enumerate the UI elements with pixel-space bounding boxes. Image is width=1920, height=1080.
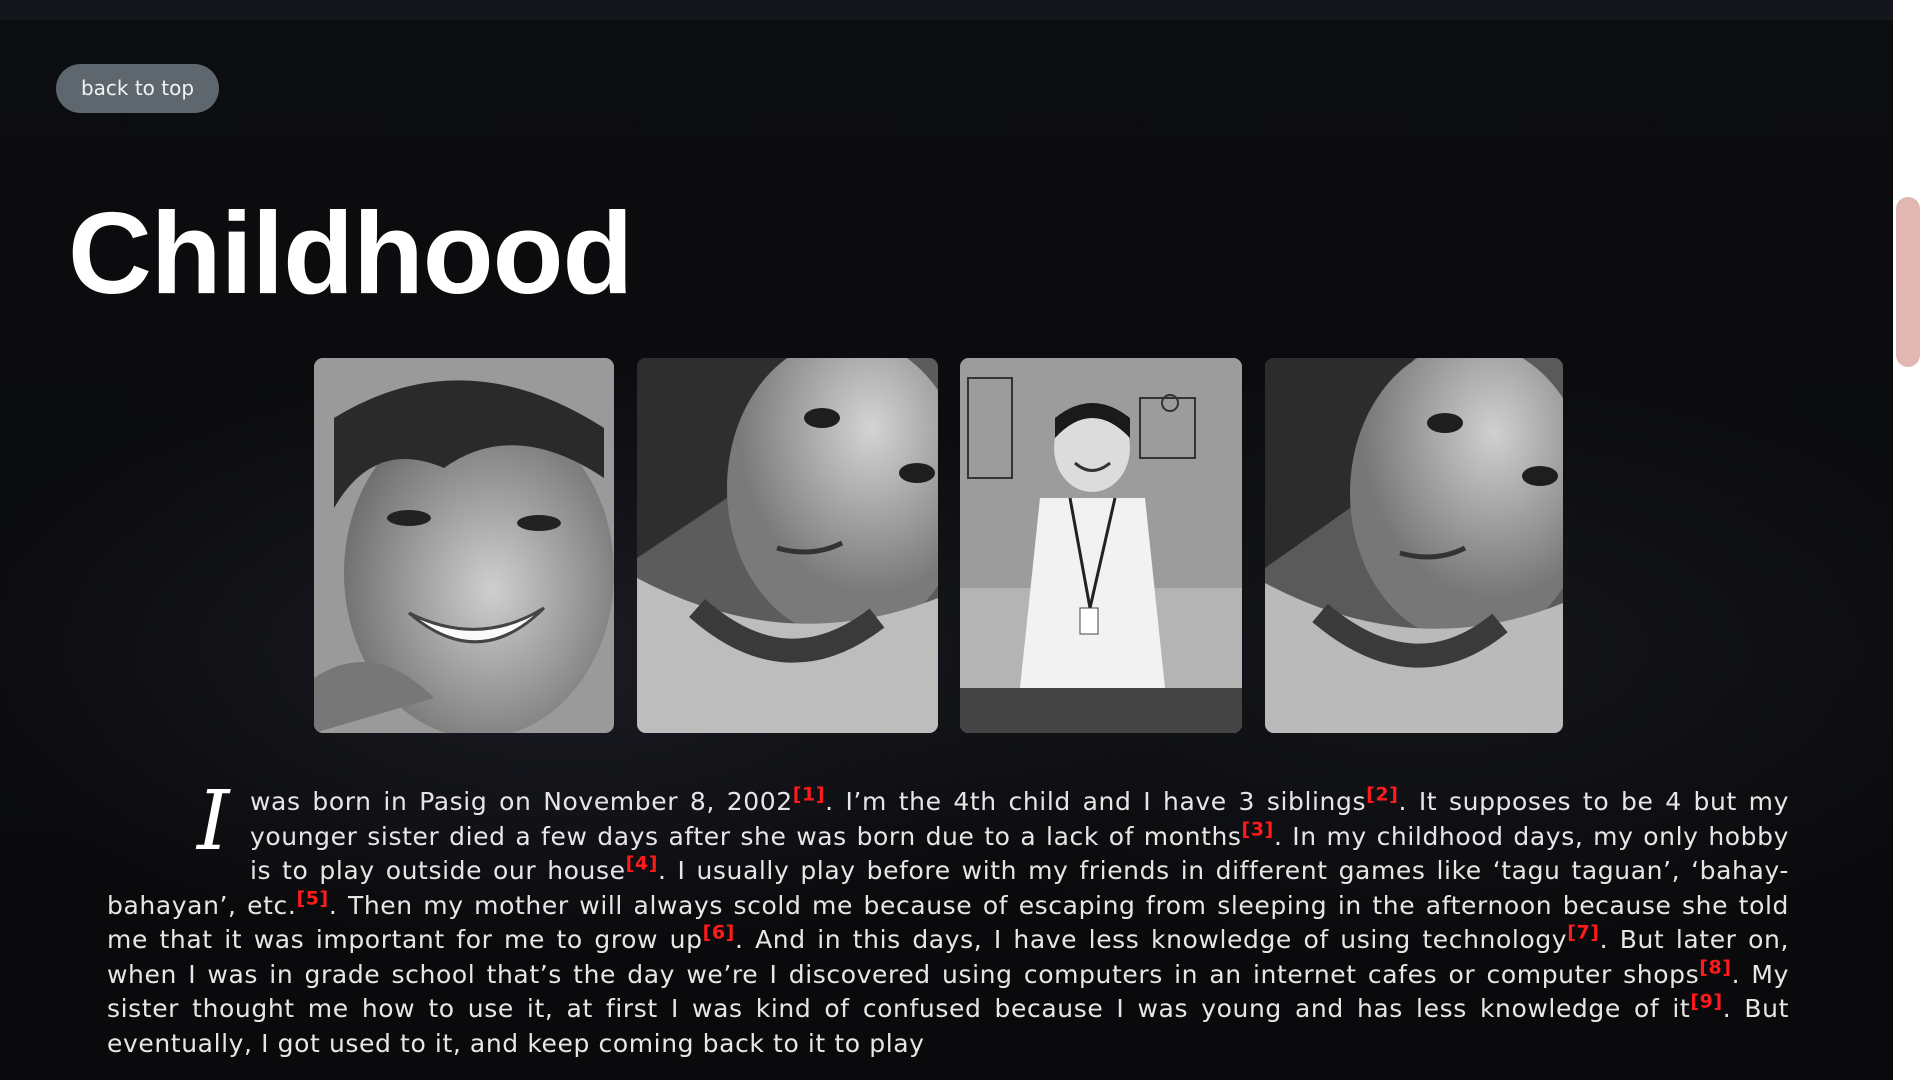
back-to-top-button[interactable]: back to top bbox=[56, 64, 219, 113]
top-bar bbox=[0, 0, 1893, 20]
citation-marker[interactable]: [5] bbox=[296, 887, 328, 909]
scrollbar-thumb[interactable] bbox=[1896, 197, 1920, 367]
citation-marker[interactable]: [8] bbox=[1699, 956, 1731, 978]
childhood-photo-2 bbox=[637, 358, 938, 733]
childhood-story-paragraph: I was born in Pasig on November 8, 2002[… bbox=[107, 774, 1789, 1061]
citation-marker[interactable]: [2] bbox=[1366, 784, 1398, 806]
citation-marker[interactable]: [6] bbox=[703, 922, 735, 944]
drop-cap: I bbox=[197, 774, 230, 869]
childhood-photo-1 bbox=[314, 358, 614, 733]
childhood-photo-4 bbox=[1265, 358, 1563, 733]
page-title: Childhood bbox=[68, 188, 633, 318]
scrollbar-track[interactable] bbox=[1893, 0, 1920, 1080]
citation-marker[interactable]: [3] bbox=[1242, 818, 1274, 840]
citation-marker[interactable]: [9] bbox=[1690, 991, 1722, 1013]
story-text: was born in Pasig on November 8, 2002 bbox=[250, 787, 793, 816]
childhood-photo-3 bbox=[960, 358, 1242, 733]
citation-marker[interactable]: [4] bbox=[626, 853, 658, 875]
citation-marker[interactable]: [1] bbox=[793, 784, 825, 806]
story-text: . I’m the 4th child and I have 3 sibling… bbox=[825, 787, 1367, 816]
story-text: . And in this days, I have less knowledg… bbox=[734, 925, 1568, 954]
citation-marker[interactable]: [7] bbox=[1567, 922, 1599, 944]
